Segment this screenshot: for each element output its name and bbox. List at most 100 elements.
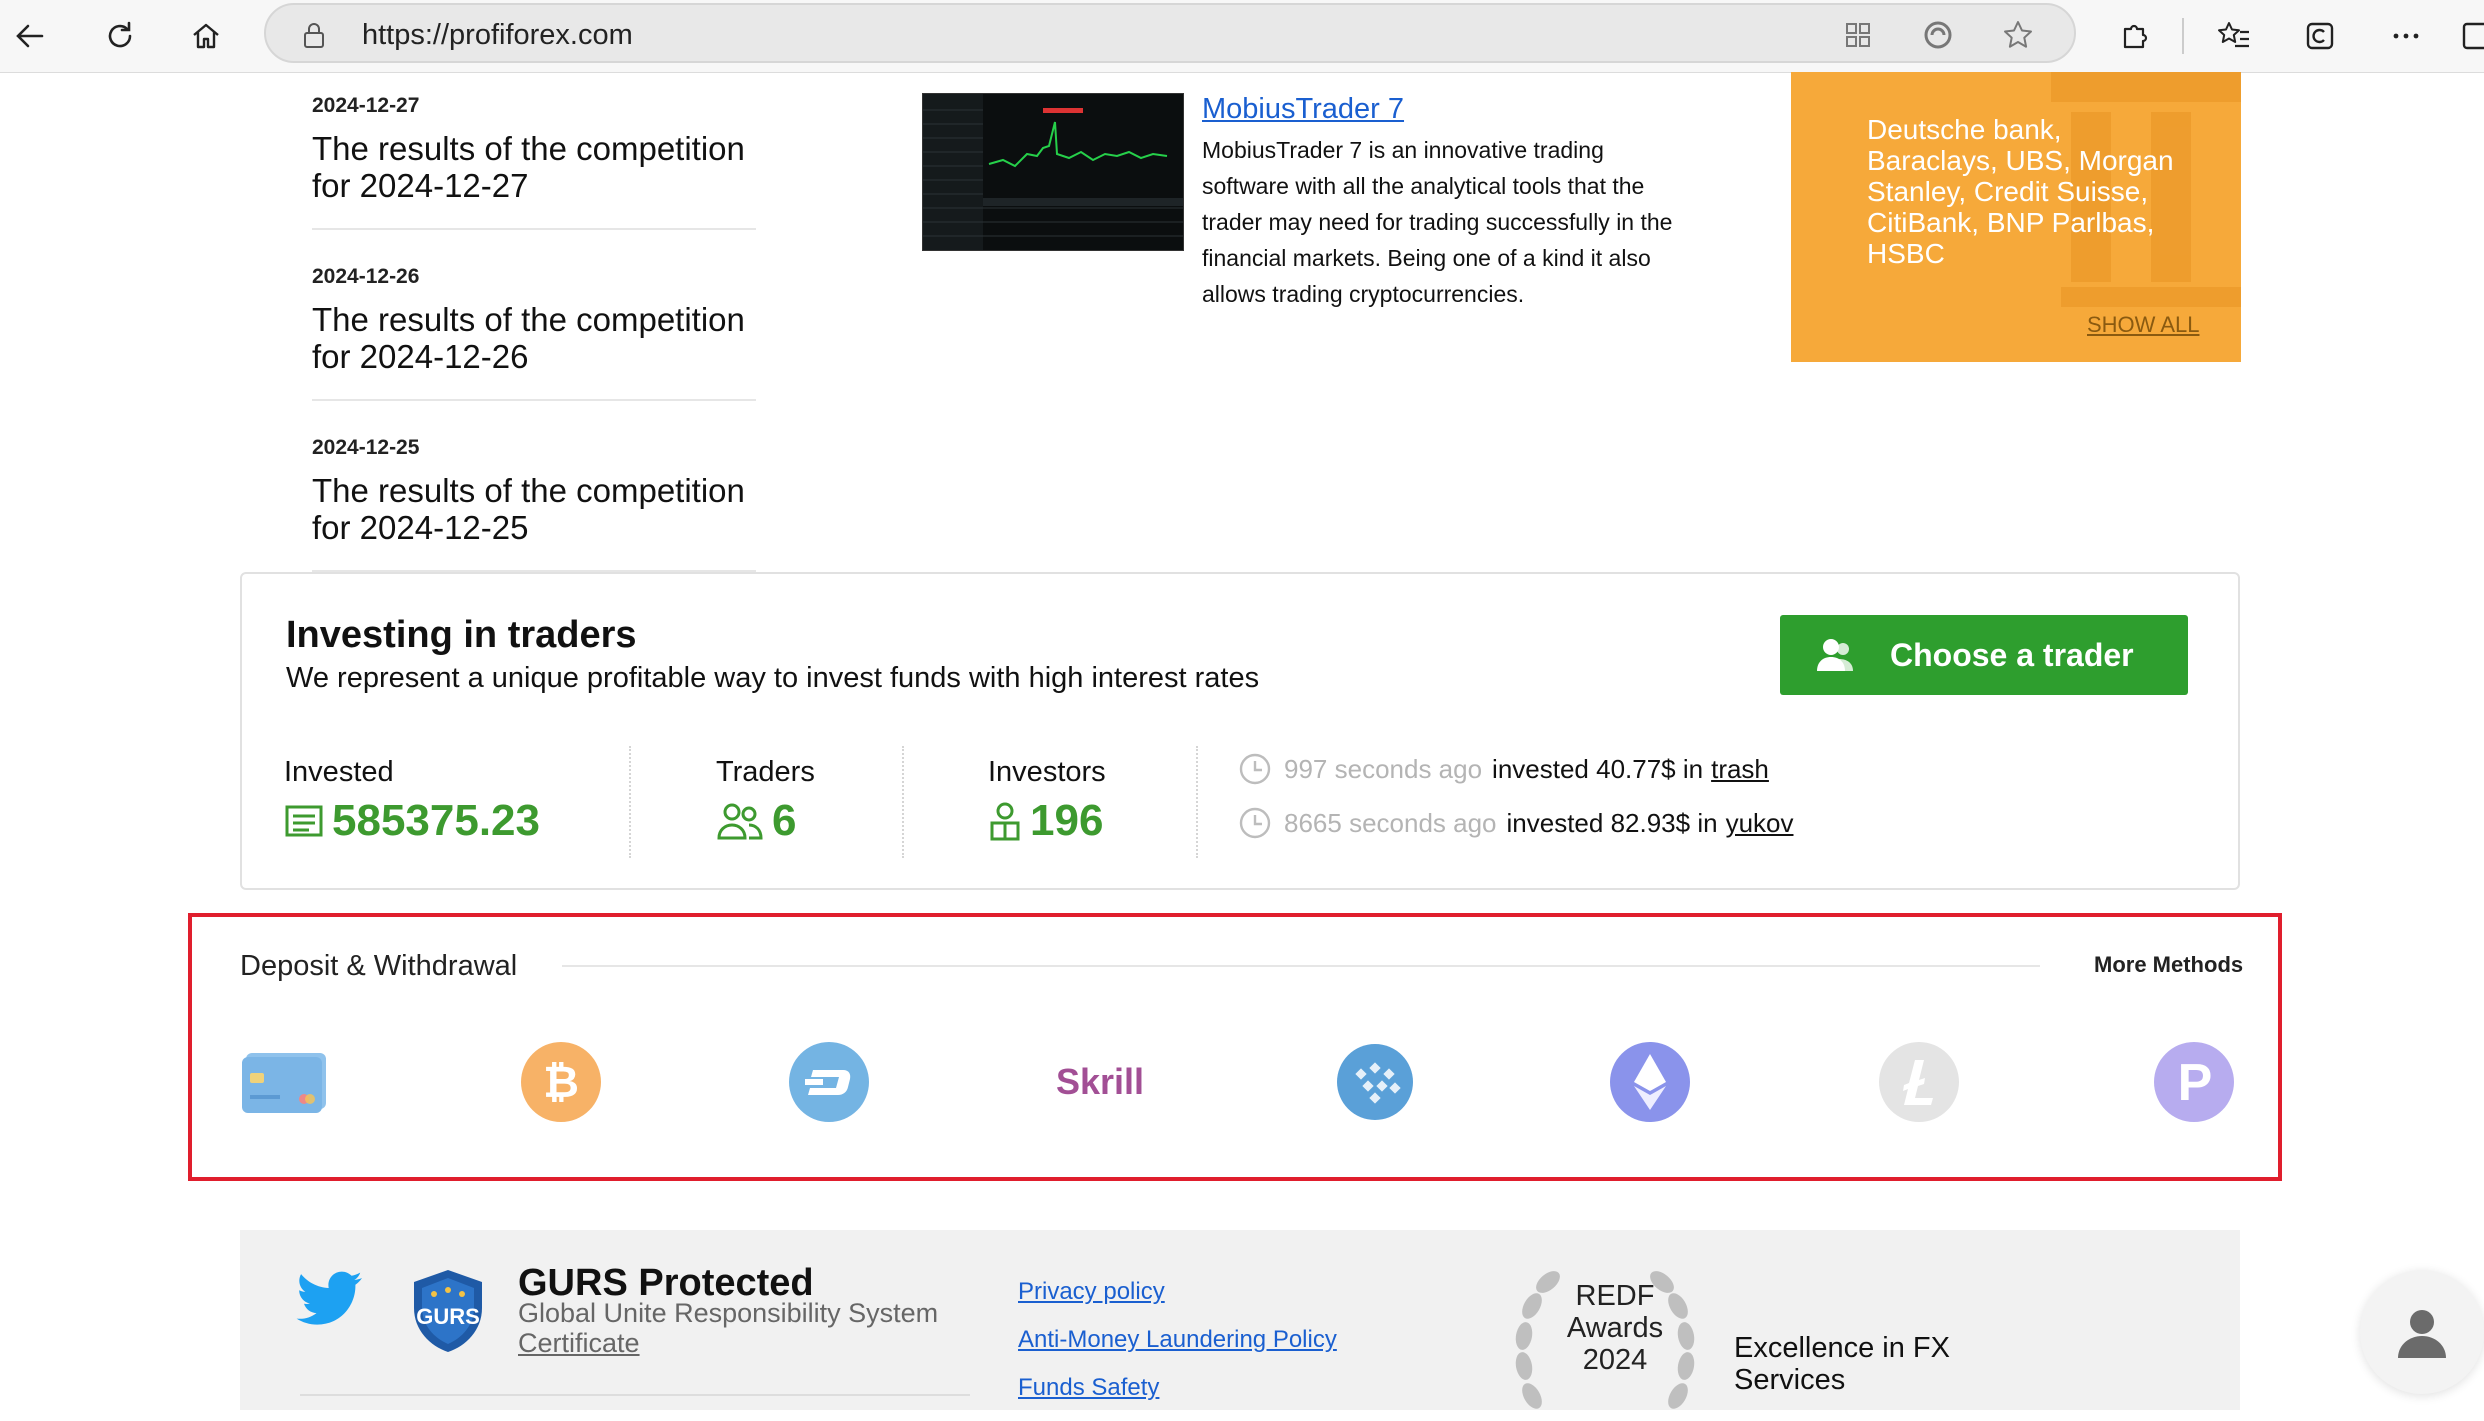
more-menu-button[interactable]: [2380, 10, 2432, 62]
collections-icon: [2306, 22, 2334, 50]
clock-icon: [1239, 807, 1271, 839]
app-grid-icon[interactable]: [1840, 17, 1876, 53]
partner-banks-banner[interactable]: Deutsche bank, Baraclays, UBS, Morgan St…: [1791, 72, 2241, 362]
url-text[interactable]: https://profiforex.com: [362, 19, 633, 52]
gurs-subtitle: Global Unite Responsibility System: [518, 1298, 939, 1328]
cash-icon: [285, 805, 323, 837]
collections-button[interactable]: [2294, 10, 2346, 62]
skrill-wordmark: Skrill: [1055, 1061, 1145, 1102]
news-title[interactable]: The results of the competition for 2024-…: [312, 472, 756, 546]
news-date: 2024-12-25: [312, 436, 420, 459]
feed-user-link[interactable]: trash: [1711, 754, 1769, 785]
browser-toolbar: https://profiforex.com: [0, 0, 2484, 73]
feed-time: 997 seconds ago: [1284, 753, 1483, 784]
user-avatar-icon: [2398, 1310, 2446, 1358]
news-title[interactable]: The results of the competition for 2024-…: [312, 301, 756, 375]
more-dots-icon: [2393, 33, 2419, 39]
ethereum-icon[interactable]: [1608, 1040, 1692, 1124]
svg-text:₿: ₿: [543, 1058, 579, 1107]
skrill-icon[interactable]: Skrill: [1050, 1040, 1150, 1124]
sidebar-toggle-button[interactable]: [2460, 10, 2484, 62]
stat-divider: [1196, 746, 1198, 858]
product-screenshot[interactable]: [922, 93, 1184, 251]
choose-trader-label: Choose a trader: [1890, 636, 2134, 673]
news-item[interactable]: 2024-12-26 The results of the competitio…: [312, 265, 756, 375]
more-methods-link[interactable]: More Methods: [2094, 952, 2243, 978]
investors-count: 196: [1030, 796, 1104, 845]
section-divider: [562, 965, 2040, 967]
stat-divider: [902, 746, 904, 858]
feed-user-link[interactable]: yukov: [1726, 808, 1794, 839]
award-subtitle: Awards: [1566, 1312, 1664, 1344]
back-button[interactable]: [4, 10, 56, 62]
invest-in-traders-card: Investing in traders We represent a uniq…: [240, 572, 2240, 890]
webmoney-icon[interactable]: [1330, 1040, 1420, 1124]
home-icon: [193, 23, 219, 49]
favorites-list-icon: [2218, 22, 2249, 48]
show-all-link[interactable]: SHOW ALL: [2087, 312, 2199, 338]
home-button[interactable]: [180, 10, 232, 62]
news-date: 2024-12-26: [312, 265, 420, 288]
people-icon: [717, 803, 763, 840]
litecoin-icon[interactable]: [1877, 1040, 1961, 1124]
reload-icon: [108, 21, 132, 48]
stat-divider: [629, 746, 631, 858]
twitter-icon[interactable]: [296, 1270, 366, 1335]
invested-amount: 585375.23: [332, 796, 540, 845]
feed-time: 8665 seconds ago: [1284, 807, 1497, 838]
invest-title: Investing in traders: [286, 614, 637, 656]
toolbar-divider: [2182, 18, 2184, 54]
funds-safety-link[interactable]: Funds Safety: [1018, 1374, 1159, 1402]
clock-icon: [1239, 753, 1271, 785]
invested-label: Invested: [284, 756, 394, 788]
aml-policy-link[interactable]: Anti-Money Laundering Policy: [1018, 1326, 1337, 1354]
sidebar-icon: [2462, 22, 2484, 50]
svg-text:P: P: [2178, 1054, 2213, 1112]
award-caption: Excellence in FX Services: [1734, 1332, 1950, 1396]
traders-label: Traders: [716, 756, 815, 788]
reload-button[interactable]: [94, 10, 146, 62]
investor-icon: [990, 802, 1020, 841]
feed-action: invested 40.77$ in: [1492, 753, 1704, 784]
news-divider: [312, 399, 756, 401]
traders-value: 6: [716, 796, 796, 846]
invest-subtitle: We represent a unique profitable way to …: [286, 662, 1260, 694]
investment-feed-item: 997 seconds ago invested 40.77$ in trash: [1238, 752, 1769, 786]
award-name: REDF: [1575, 1280, 1655, 1312]
product-description: MobiusTrader 7 is an innovative trading …: [1202, 137, 1673, 307]
extensions-button[interactable]: [2108, 10, 2160, 62]
perfect-money-icon[interactable]: P: [2152, 1040, 2236, 1124]
dash-icon[interactable]: [787, 1040, 871, 1124]
favorite-star-icon[interactable]: [2000, 17, 2036, 53]
traders-count: 6: [772, 796, 797, 845]
privacy-policy-link[interactable]: Privacy policy: [1018, 1278, 1165, 1306]
bitcoin-icon[interactable]: ₿: [519, 1040, 603, 1124]
investors-value: 196: [988, 796, 1103, 846]
credit-card-icon[interactable]: [240, 1040, 330, 1124]
investors-label: Investors: [988, 756, 1106, 788]
support-chat-button[interactable]: [2360, 1270, 2484, 1394]
lock-icon[interactable]: [296, 17, 332, 53]
trading-chart-thumbnail: [923, 94, 1183, 250]
news-title[interactable]: The results of the competition for 2024-…: [312, 130, 756, 204]
award-badge: REDF Awards 2024: [1550, 1280, 1680, 1376]
address-bar[interactable]: https://profiforex.com: [264, 3, 2076, 63]
investment-feed-item: 8665 seconds ago invested 82.93$ in yuko…: [1238, 806, 1793, 840]
gurs-shield-icon: GURS: [406, 1266, 490, 1361]
gurs-certificate-link[interactable]: Certificate: [518, 1328, 640, 1359]
edge-refresh-icon[interactable]: [1920, 17, 1956, 53]
deposit-withdrawal-title: Deposit & Withdrawal: [240, 950, 518, 982]
news-divider: [312, 228, 756, 230]
news-date: 2024-12-27: [312, 94, 420, 117]
footer-divider: [300, 1394, 970, 1396]
feed-action: invested 82.93$ in: [1506, 807, 1718, 838]
news-item[interactable]: 2024-12-25 The results of the competitio…: [312, 436, 756, 546]
award-year: 2024: [1582, 1344, 1648, 1376]
choose-trader-button[interactable]: Choose a trader: [1780, 615, 2188, 695]
news-item[interactable]: 2024-12-27 The results of the competitio…: [312, 94, 756, 204]
invested-value: 585375.23: [284, 796, 540, 846]
puzzle-icon: [2123, 24, 2148, 49]
favorites-button[interactable]: [2208, 10, 2260, 62]
product-title-link[interactable]: MobiusTrader 7: [1202, 93, 1404, 126]
partner-banks-list: Deutsche bank, Baraclays, UBS, Morgan St…: [1867, 114, 2174, 269]
